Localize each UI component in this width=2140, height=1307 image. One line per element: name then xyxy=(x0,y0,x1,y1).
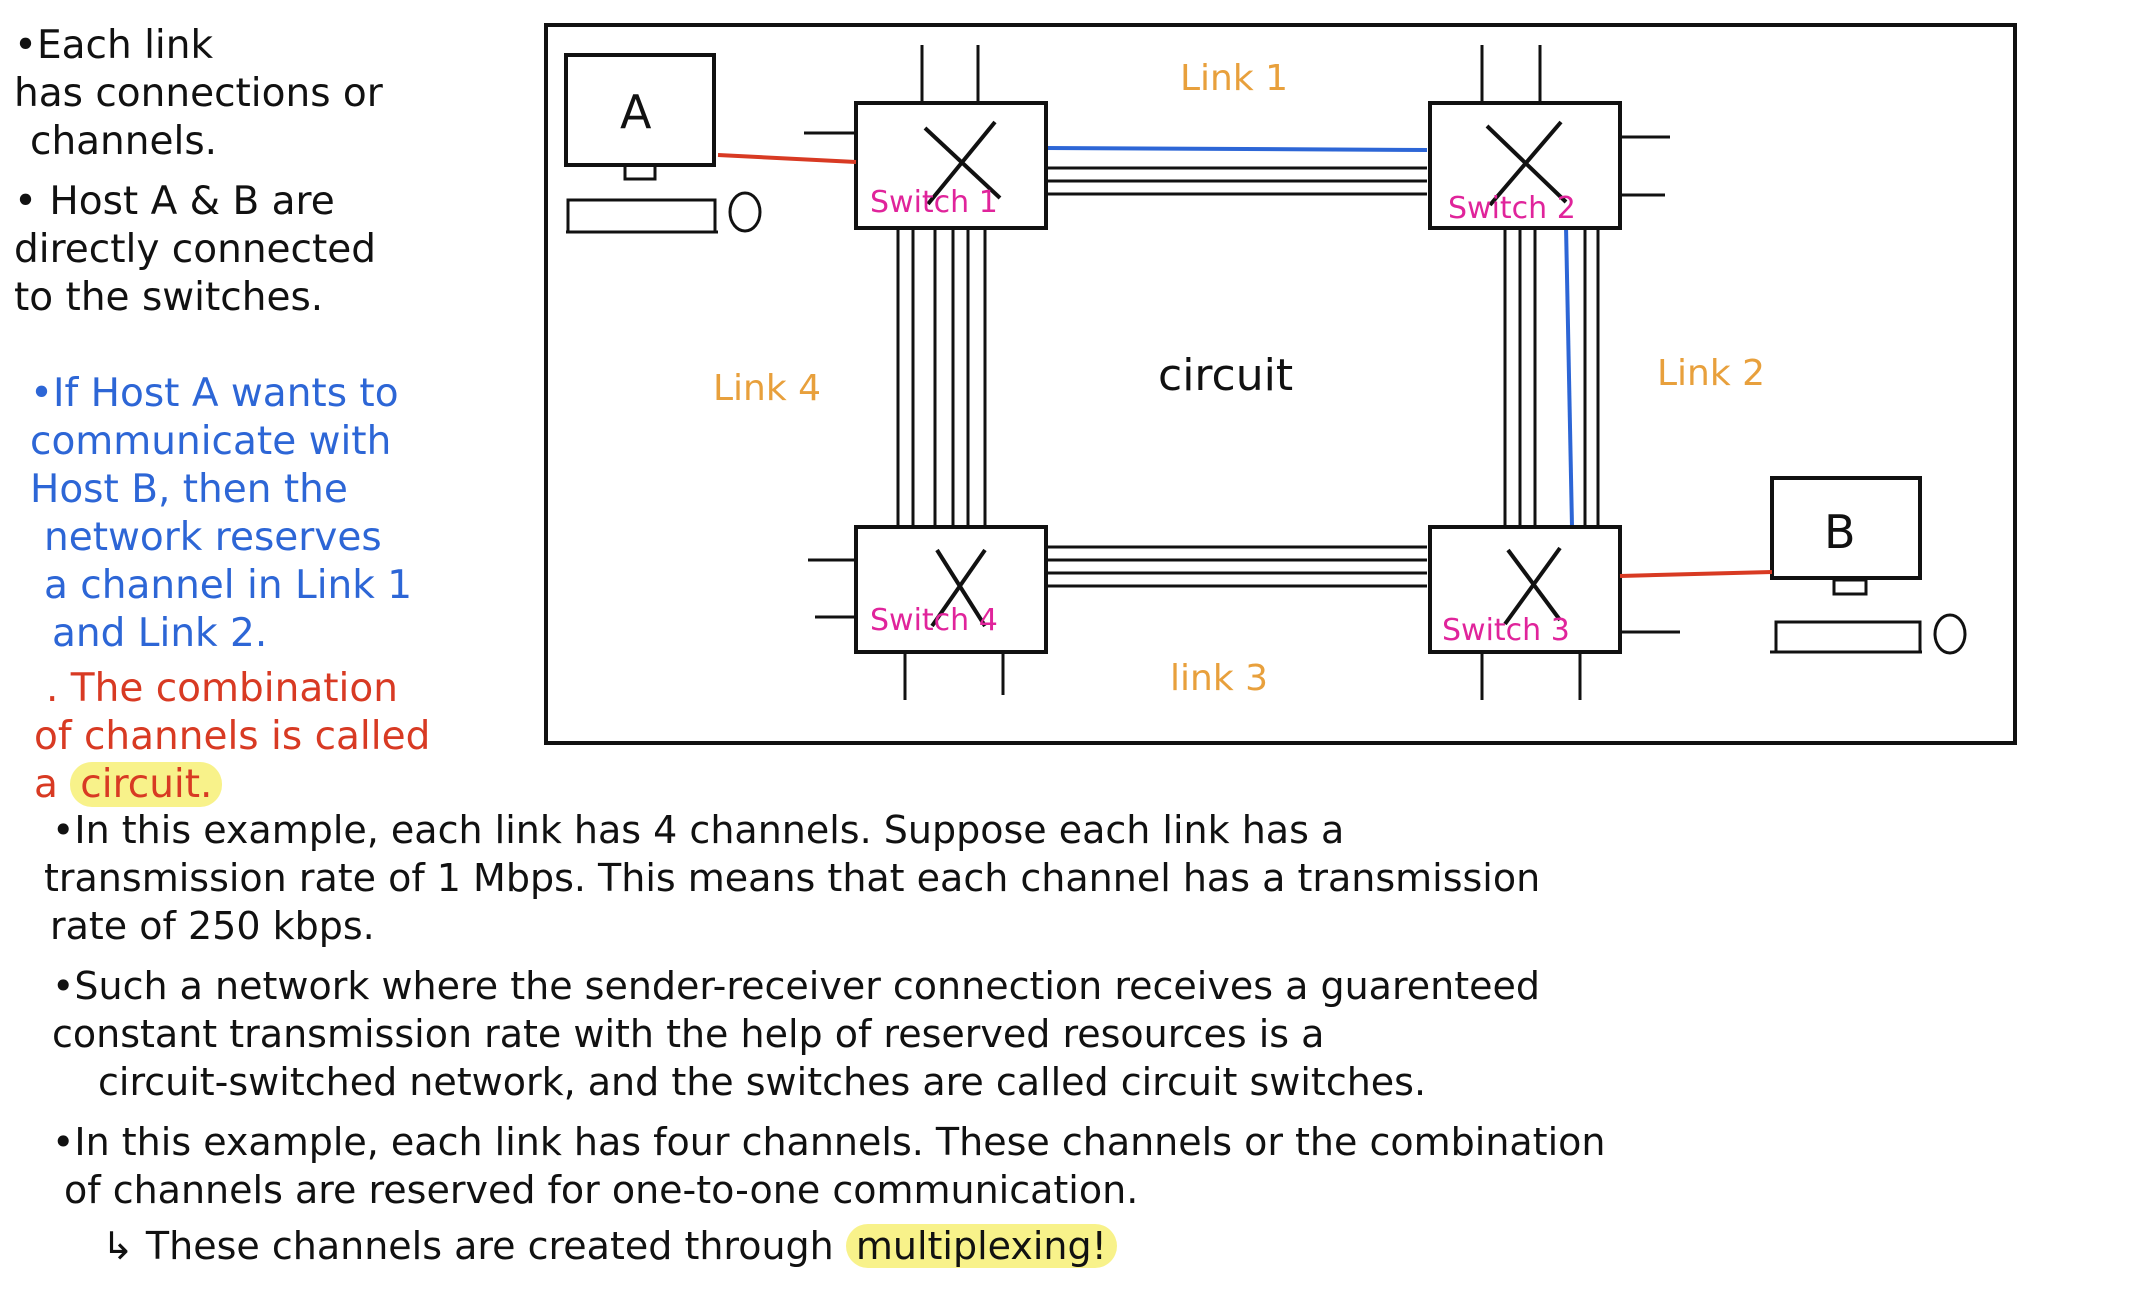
note-line: rate of 250 kbps. xyxy=(50,904,375,948)
switch-3-label: Switch 3 xyxy=(1442,613,1570,648)
reserved-channel-link-1 xyxy=(1044,146,1428,152)
link-2-channels xyxy=(1503,230,1600,525)
note-line: of channels are reserved for one-to-one … xyxy=(64,1168,1139,1212)
host-b-label: B xyxy=(1824,505,1856,559)
link-1-label: Link 1 xyxy=(1180,58,1288,99)
switch-4: Switch 4 xyxy=(808,525,1048,700)
note-item: •In this example, each link has 4 channe… xyxy=(44,806,1605,950)
link-1-channels xyxy=(1045,166,1427,196)
note-line: •In this example, each link has four cha… xyxy=(52,1120,1606,1164)
host-b-connection xyxy=(1619,570,1773,578)
switch-2: Switch 2 xyxy=(1428,45,1670,230)
host-a-label: A xyxy=(620,85,652,139)
switch-1-label: Switch 1 xyxy=(870,185,998,220)
note-item: •In this example, each link has four cha… xyxy=(52,1118,1605,1214)
note-item: •Such a network where the sender-receive… xyxy=(52,962,1605,1106)
bottom-notes: •In this example, each link has 4 channe… xyxy=(44,806,1605,1270)
link-3-label: link 3 xyxy=(1170,658,1268,699)
note-line: •In this example, each link has 4 channe… xyxy=(52,808,1345,852)
note-prefix: ↳ These channels are created through xyxy=(102,1224,846,1268)
switch-3: Switch 3 xyxy=(1428,525,1680,700)
link-4-label: Link 4 xyxy=(713,368,821,409)
note-line: transmission rate of 1 Mbps. This means … xyxy=(44,856,1541,900)
host-a: A xyxy=(564,53,762,234)
link-4-channels xyxy=(896,230,987,525)
circuit-label: circuit xyxy=(1158,350,1293,401)
note-line: •Such a network where the sender-receive… xyxy=(52,964,1540,1008)
switch-1: Switch 1 xyxy=(804,45,1048,230)
switch-4-label: Switch 4 xyxy=(870,603,998,638)
reserved-channel-link-2 xyxy=(1564,225,1574,528)
note-line: circuit-switched network, and the switch… xyxy=(98,1060,1427,1104)
switch-2-label: Switch 2 xyxy=(1448,191,1576,226)
link-2-label: Link 2 xyxy=(1657,353,1765,394)
multiplexing-note: ↳ These channels are created through mul… xyxy=(52,1222,1605,1270)
host-a-connection xyxy=(717,153,857,164)
note-line: constant transmission rate with the help… xyxy=(52,1012,1325,1056)
host-b: B xyxy=(1770,476,1967,655)
multiplexing-highlight: multiplexing! xyxy=(845,1224,1117,1268)
link-3-channels xyxy=(1045,545,1427,588)
